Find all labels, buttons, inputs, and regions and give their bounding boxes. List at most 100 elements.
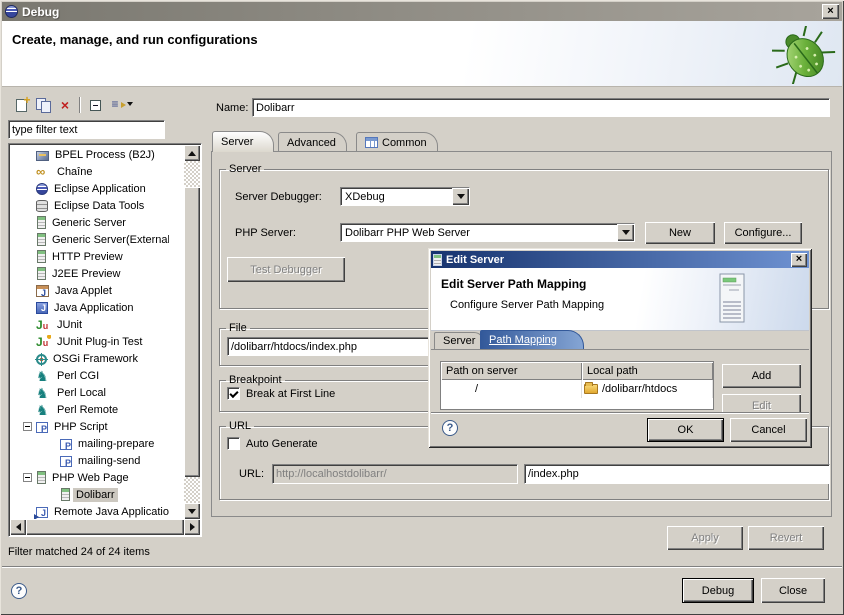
window-close-button[interactable]: × <box>822 4 839 19</box>
tree-item-eclipse-application[interactable]: Eclipse Application <box>9 180 169 197</box>
dialog-titlebar[interactable]: Edit Server × <box>431 251 809 268</box>
dialog-close-button[interactable]: × <box>791 253 807 267</box>
tree-item-label: OSGi Framework <box>50 352 141 366</box>
bpel-icon <box>36 151 49 161</box>
tree-indent-spacer <box>23 388 32 397</box>
tree-item-junit-plug-in-test[interactable]: JUnit Plug-in Test <box>9 333 169 350</box>
configure-server-button[interactable]: Configure... <box>724 222 802 244</box>
column-path-on-server[interactable]: Path on server <box>441 362 582 380</box>
tree-item-dolibarr[interactable]: Dolibarr <box>9 486 169 503</box>
revert-button[interactable]: Revert <box>748 526 824 550</box>
tree-vertical-scrollbar[interactable] <box>184 145 200 519</box>
scroll-right-button[interactable] <box>184 519 200 535</box>
close-button[interactable]: Close <box>761 578 825 603</box>
tree-horizontal-scrollbar[interactable] <box>10 519 200 535</box>
collapse-node-icon[interactable] <box>23 422 32 431</box>
tree-item-eclipse-data-tools[interactable]: Eclipse Data Tools <box>9 197 169 214</box>
server-icon <box>37 233 46 246</box>
help-button[interactable]: ? <box>11 583 27 599</box>
scroll-up-button[interactable] <box>184 145 200 161</box>
delete-configuration-button[interactable]: × <box>54 95 76 115</box>
tree-item-http-preview[interactable]: HTTP Preview <box>9 248 169 265</box>
tree-item-perl-remote[interactable]: Perl Remote <box>9 401 169 418</box>
tree-item-bpel-process-b2j[interactable]: BPEL Process (B2J) <box>9 146 169 163</box>
tree-item-label: HTTP Preview <box>49 250 126 264</box>
tree-item-java-application[interactable]: Java Application <box>9 299 169 316</box>
dialog-tab-rule <box>431 349 809 350</box>
php-icon <box>60 456 72 467</box>
tree-item-label: Eclipse Application <box>51 182 149 196</box>
tree-item-remote-java-application[interactable]: Remote Java Application <box>9 503 169 520</box>
horizontal-scroll-thumb[interactable] <box>26 519 184 535</box>
tree-item-perl-local[interactable]: Perl Local <box>9 384 169 401</box>
common-table-icon <box>365 137 378 148</box>
debug-button[interactable]: Debug <box>682 578 754 603</box>
dropdown-button[interactable] <box>452 188 469 205</box>
scroll-down-button[interactable] <box>184 503 200 519</box>
tree-item-php-script[interactable]: PHP Script <box>9 418 169 435</box>
folder-icon <box>584 384 598 394</box>
tree-item-generic-server[interactable]: Generic Server <box>9 214 169 231</box>
apply-button[interactable]: Apply <box>667 526 743 550</box>
tree-item-osgi-framework[interactable]: OSGi Framework <box>9 350 169 367</box>
tab-advanced[interactable]: Advanced <box>278 132 347 152</box>
duplicate-icon <box>36 98 51 113</box>
window-titlebar[interactable]: Debug × <box>2 2 842 21</box>
collapse-node-icon[interactable] <box>23 473 32 482</box>
dialog-help-button[interactable]: ? <box>442 420 458 436</box>
dialog-tab-path-mapping[interactable]: Path Mapping <box>480 330 584 349</box>
tree-item-label: J2EE Preview <box>49 267 123 281</box>
base-url-input[interactable] <box>273 465 517 483</box>
tree-item-mailing-send[interactable]: mailing-send <box>9 452 169 469</box>
config-tree: BPEL Process (B2J)Chaîne Eclipse Applicat… <box>9 146 169 520</box>
server-debugger-select[interactable]: XDebug <box>340 187 470 206</box>
tree-item-generic-server-external-la[interactable]: Generic Server(External La <box>9 231 169 248</box>
tree-item-label: Perl Remote <box>54 403 121 417</box>
tree-indent-spacer <box>23 507 32 516</box>
url-group-legend: URL <box>226 420 254 432</box>
break-first-line-row: Break at First Line <box>227 387 335 400</box>
test-debugger-button[interactable]: Test Debugger <box>227 257 345 282</box>
scroll-left-button[interactable] <box>10 519 26 535</box>
edit-server-dialog: Edit Server × Edit Server Path Mapping C… <box>428 248 812 448</box>
url-path-input[interactable] <box>525 465 829 483</box>
column-local-path[interactable]: Local path <box>582 362 713 380</box>
name-label: Name: <box>216 102 248 114</box>
vertical-scroll-thumb[interactable] <box>184 187 200 477</box>
tree-item-label: Perl CGI <box>54 369 102 383</box>
tab-server[interactable]: Server <box>212 131 274 152</box>
tree-item-php-web-page[interactable]: PHP Web Page <box>9 469 169 486</box>
new-configuration-button[interactable] <box>10 95 32 115</box>
tab-common[interactable]: Common <box>356 132 438 152</box>
configuration-name-input[interactable] <box>253 99 829 116</box>
break-first-line-checkbox[interactable] <box>227 387 240 400</box>
tree-item-cha-ne[interactable]: Chaîne <box>9 163 169 180</box>
tree-item-mailing-prepare[interactable]: mailing-prepare <box>9 435 169 452</box>
collapse-all-icon <box>90 100 101 111</box>
filter-button[interactable] <box>106 95 138 115</box>
tree-indent-spacer <box>23 405 32 414</box>
duplicate-configuration-button[interactable] <box>32 95 54 115</box>
arrow-right-icon <box>190 523 199 531</box>
dialog-tab-server[interactable]: Server <box>434 332 484 349</box>
add-mapping-button[interactable]: Add <box>722 364 801 388</box>
tree-indent-spacer <box>23 150 32 159</box>
cancel-button[interactable]: Cancel <box>730 418 807 442</box>
tree-item-perl-cgi[interactable]: Perl CGI <box>9 367 169 384</box>
page-title: Create, manage, and run configurations <box>12 32 258 47</box>
ok-button[interactable]: OK <box>647 418 724 442</box>
php-server-select[interactable]: Dolibarr PHP Web Server <box>340 223 635 242</box>
tree-item-junit[interactable]: JUnit <box>9 316 169 333</box>
tree-indent-spacer <box>23 303 32 312</box>
table-row[interactable]: //dolibarr/htdocs <box>441 380 713 398</box>
tree-filter-input[interactable] <box>9 121 164 138</box>
collapse-all-button[interactable] <box>84 95 106 115</box>
new-server-button[interactable]: New <box>645 222 715 244</box>
window-title: Debug <box>22 5 59 19</box>
path-mapping-table[interactable]: Path on server Local path //dolibarr/htd… <box>440 361 714 410</box>
auto-generate-checkbox[interactable] <box>227 437 240 450</box>
dropdown-button[interactable] <box>617 224 634 241</box>
break-first-line-label: Break at First Line <box>246 388 335 400</box>
tree-item-java-applet[interactable]: Java Applet <box>9 282 169 299</box>
tree-item-j2ee-preview[interactable]: J2EE Preview <box>9 265 169 282</box>
